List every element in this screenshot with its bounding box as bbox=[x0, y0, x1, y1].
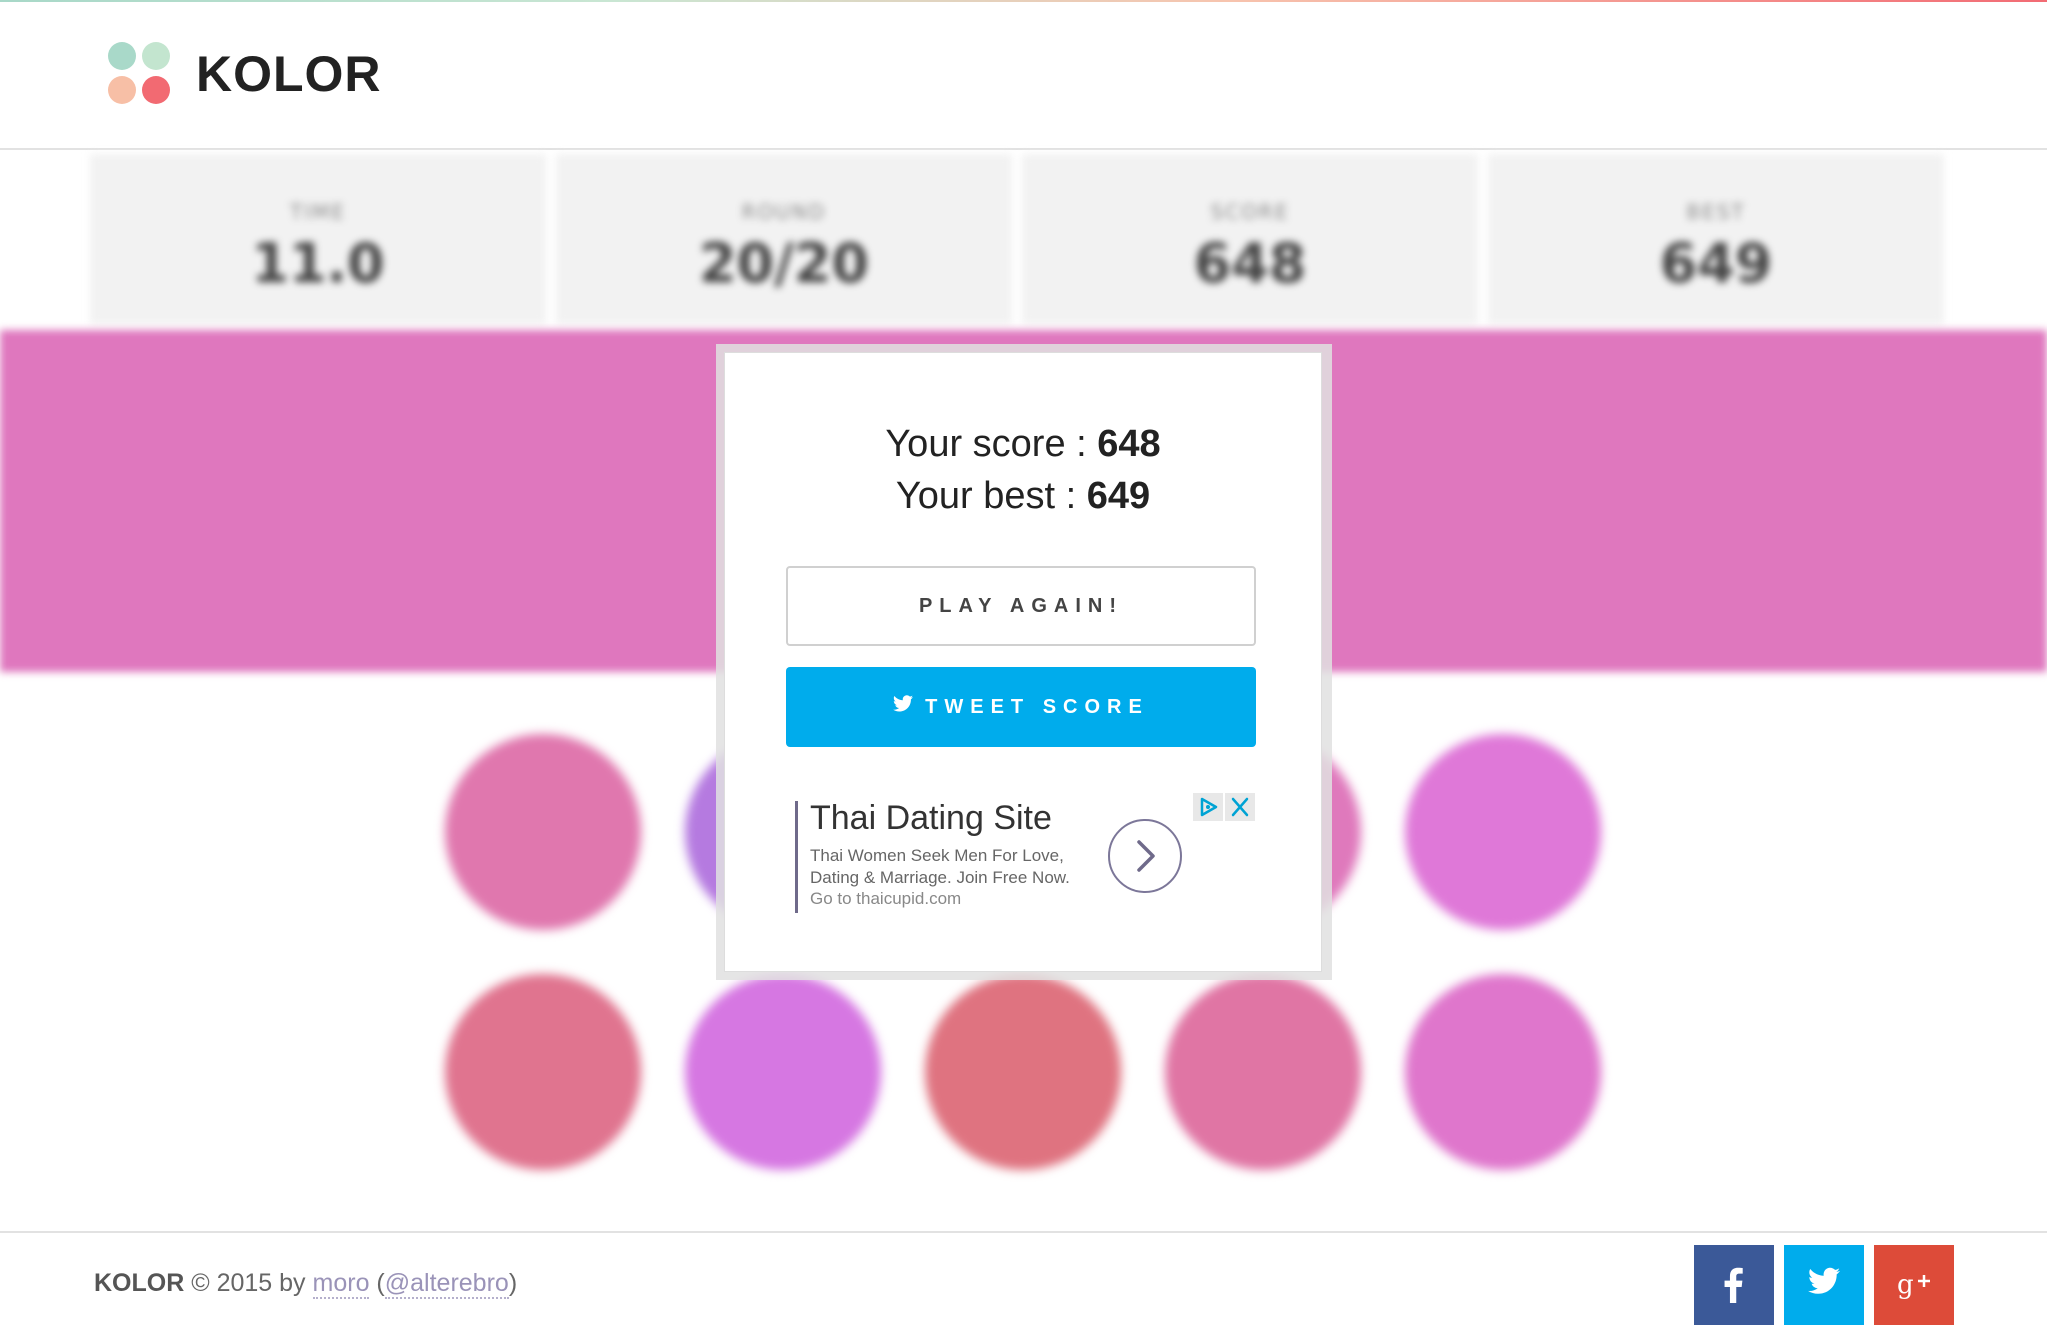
stat-value: 11.0 bbox=[251, 232, 385, 295]
logo-dot bbox=[142, 76, 170, 104]
your-best-value: 649 bbox=[1086, 475, 1151, 517]
game-over-modal-frame: Your score : 648 Your best : 649 PLAY AG… bbox=[716, 344, 1332, 980]
logo-dot bbox=[142, 42, 170, 70]
color-circle[interactable] bbox=[445, 974, 641, 1170]
adchoices-icon[interactable] bbox=[1193, 793, 1223, 821]
facebook-share-button[interactable] bbox=[1694, 1245, 1774, 1325]
stat-value: 648 bbox=[1193, 232, 1307, 295]
footer-brand: KOLOR bbox=[94, 1269, 185, 1297]
tweet-score-label: TWEET SCORE bbox=[925, 696, 1149, 718]
ad-unit[interactable]: Thai Dating Site Thai Women Seek Men For… bbox=[786, 785, 1256, 915]
stat-best: BEST 649 bbox=[1488, 154, 1944, 324]
footer-paren-close: ) bbox=[508, 1269, 518, 1297]
facebook-icon bbox=[1724, 1267, 1743, 1303]
stat-label: SCORE bbox=[1210, 200, 1290, 224]
site-footer: KOLOR © 2015 by moro (@alterebro) g bbox=[0, 1231, 2047, 1335]
your-best-label: Your best : bbox=[895, 475, 1087, 517]
twitter-icon bbox=[893, 666, 914, 746]
site-brand[interactable]: KOLOR bbox=[196, 46, 382, 102]
stat-time: TIME 11.0 bbox=[90, 154, 546, 324]
svg-text:g: g bbox=[1897, 1270, 1914, 1300]
your-score-line: Your score : 648 bbox=[725, 423, 1321, 466]
close-icon[interactable] bbox=[1225, 793, 1255, 821]
game-over-modal: Your score : 648 Your best : 649 PLAY AG… bbox=[724, 352, 1322, 972]
stat-label: TIME bbox=[289, 200, 346, 224]
color-circle[interactable] bbox=[1165, 974, 1361, 1170]
twitter-icon bbox=[1808, 1267, 1840, 1294]
stat-label: ROUND bbox=[741, 200, 827, 224]
color-circle[interactable] bbox=[445, 734, 641, 930]
site-header: KOLOR bbox=[0, 2, 2047, 150]
google-plus-share-button[interactable]: g bbox=[1874, 1245, 1954, 1325]
color-circle[interactable] bbox=[685, 974, 881, 1170]
chevron-right-icon bbox=[1137, 840, 1155, 872]
twitter-handle-link[interactable]: @alterebro bbox=[384, 1269, 509, 1299]
stat-value: 20/20 bbox=[698, 232, 869, 295]
footer-paren-open: ( bbox=[369, 1269, 385, 1297]
ad-accent-bar bbox=[795, 801, 798, 913]
footer-credits: KOLOR © 2015 by moro (@alterebro) bbox=[94, 1269, 518, 1299]
kolor-logo-icon[interactable] bbox=[108, 42, 172, 106]
author-link[interactable]: moro bbox=[312, 1269, 370, 1299]
stat-round: ROUND 20/20 bbox=[556, 154, 1012, 324]
your-score-value: 648 bbox=[1097, 423, 1161, 465]
ad-title[interactable]: Thai Dating Site bbox=[810, 799, 1052, 838]
your-score-label: Your score : bbox=[885, 423, 1098, 465]
footer-copyright: © 2015 by bbox=[184, 1269, 313, 1297]
twitter-share-button[interactable] bbox=[1784, 1245, 1864, 1325]
stats-bar: TIME 11.0 ROUND 20/20 SCORE 648 BEST 649 bbox=[90, 154, 1952, 324]
stat-label: BEST bbox=[1686, 200, 1746, 224]
logo-dot bbox=[108, 42, 136, 70]
play-again-button[interactable]: PLAY AGAIN! bbox=[786, 566, 1256, 646]
stat-value: 649 bbox=[1659, 232, 1773, 295]
stat-score: SCORE 648 bbox=[1022, 154, 1478, 324]
ad-url[interactable]: Go to thaicupid.com bbox=[810, 889, 961, 909]
google-plus-icon: g bbox=[1897, 1270, 1930, 1300]
logo-dot bbox=[108, 76, 136, 104]
color-circle[interactable] bbox=[1405, 734, 1601, 930]
tweet-score-button[interactable]: TWEET SCORE bbox=[786, 667, 1256, 747]
ad-description: Thai Women Seek Men For Love, Dating & M… bbox=[810, 846, 1070, 887]
your-best-line: Your best : 649 bbox=[725, 475, 1321, 518]
color-circle[interactable] bbox=[925, 974, 1121, 1170]
color-circle[interactable] bbox=[1405, 974, 1601, 1170]
ad-arrow-button[interactable] bbox=[1108, 819, 1182, 893]
